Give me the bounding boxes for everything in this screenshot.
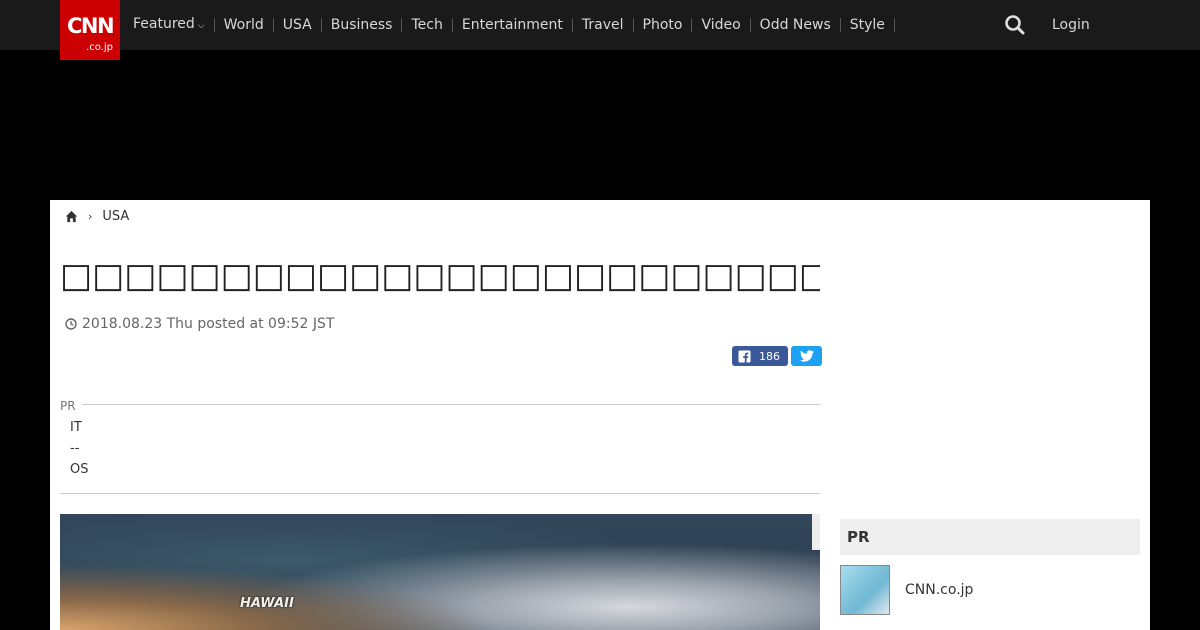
nav-item-tech[interactable]: Tech [401,18,451,32]
article-date: 2018.08.23 Thu posted at 09:52 JST [82,316,335,332]
article-page: › USA □□□□□□□□□□□□□□□□□□□□□□□□□□□□□□□ 20… [50,200,1150,630]
share-buttons: 186 [732,346,822,366]
search-icon[interactable] [1004,14,1026,36]
nav-item-photo[interactable]: Photo [632,18,692,32]
clock-icon [65,318,77,330]
logo-text: CNN [66,14,115,38]
chevron-right-icon: › [88,210,93,223]
nav-item-usa[interactable]: USA [272,18,321,32]
nav-item-odd-news[interactable]: Odd News [749,18,840,32]
facebook-count: 186 [759,349,780,363]
sidebar-pr-item-name[interactable]: CNN.co.jp [905,582,973,598]
sidebar-pr-thumbnail[interactable] [840,565,890,615]
breadcrumb: › USA [65,209,129,224]
pr-divider [80,404,820,405]
pr-item[interactable]: OS [70,462,88,477]
nav-label: Featured [133,16,195,32]
main-nav: Featured ⌵ World USA Business Tech Entert… [133,16,895,34]
facebook-icon [738,350,751,363]
twitter-icon [799,350,814,362]
facebook-share-button[interactable]: 186 [732,346,788,366]
top-navigation-bar: CNN .co.jp Featured ⌵ World USA Business … [0,0,1200,60]
nav-item-featured[interactable]: Featured ⌵ [133,17,214,33]
logo-subtext: .co.jp [86,42,113,53]
pr-item[interactable]: -- [70,441,79,456]
pr-item[interactable]: IT [70,420,82,435]
chevron-down-icon: ⌵ [197,21,205,31]
nav-item-video[interactable]: Video [691,18,749,32]
image-credit-strip [812,514,820,550]
sidebar-pr-label: PR [847,528,870,546]
hero-map-label: HAWAII [240,596,294,611]
twitter-share-button[interactable] [791,346,822,366]
pr-label: PR [60,399,82,413]
nav-item-travel[interactable]: Travel [571,18,633,32]
sidebar-pr-header: PR [840,519,1140,555]
cnn-logo[interactable]: CNN .co.jp [60,0,120,60]
nav-item-entertainment[interactable]: Entertainment [451,18,572,32]
article-title: □□□□□□□□□□□□□□□□□□□□□□□□□□□□□□□ [60,256,820,296]
article-meta: 2018.08.23 Thu posted at 09:52 JST [65,316,334,332]
nav-item-world[interactable]: World [213,18,273,32]
pr-block: PR IT -- OS [60,394,820,494]
article-hero-image: HAWAII [60,514,820,630]
nav-item-business[interactable]: Business [320,18,402,32]
breadcrumb-current[interactable]: USA [102,209,129,224]
login-link[interactable]: Login [1052,17,1090,33]
nav-item-style[interactable]: Style [839,18,895,32]
home-icon[interactable] [65,210,78,223]
pr-bottom-divider [60,493,820,494]
